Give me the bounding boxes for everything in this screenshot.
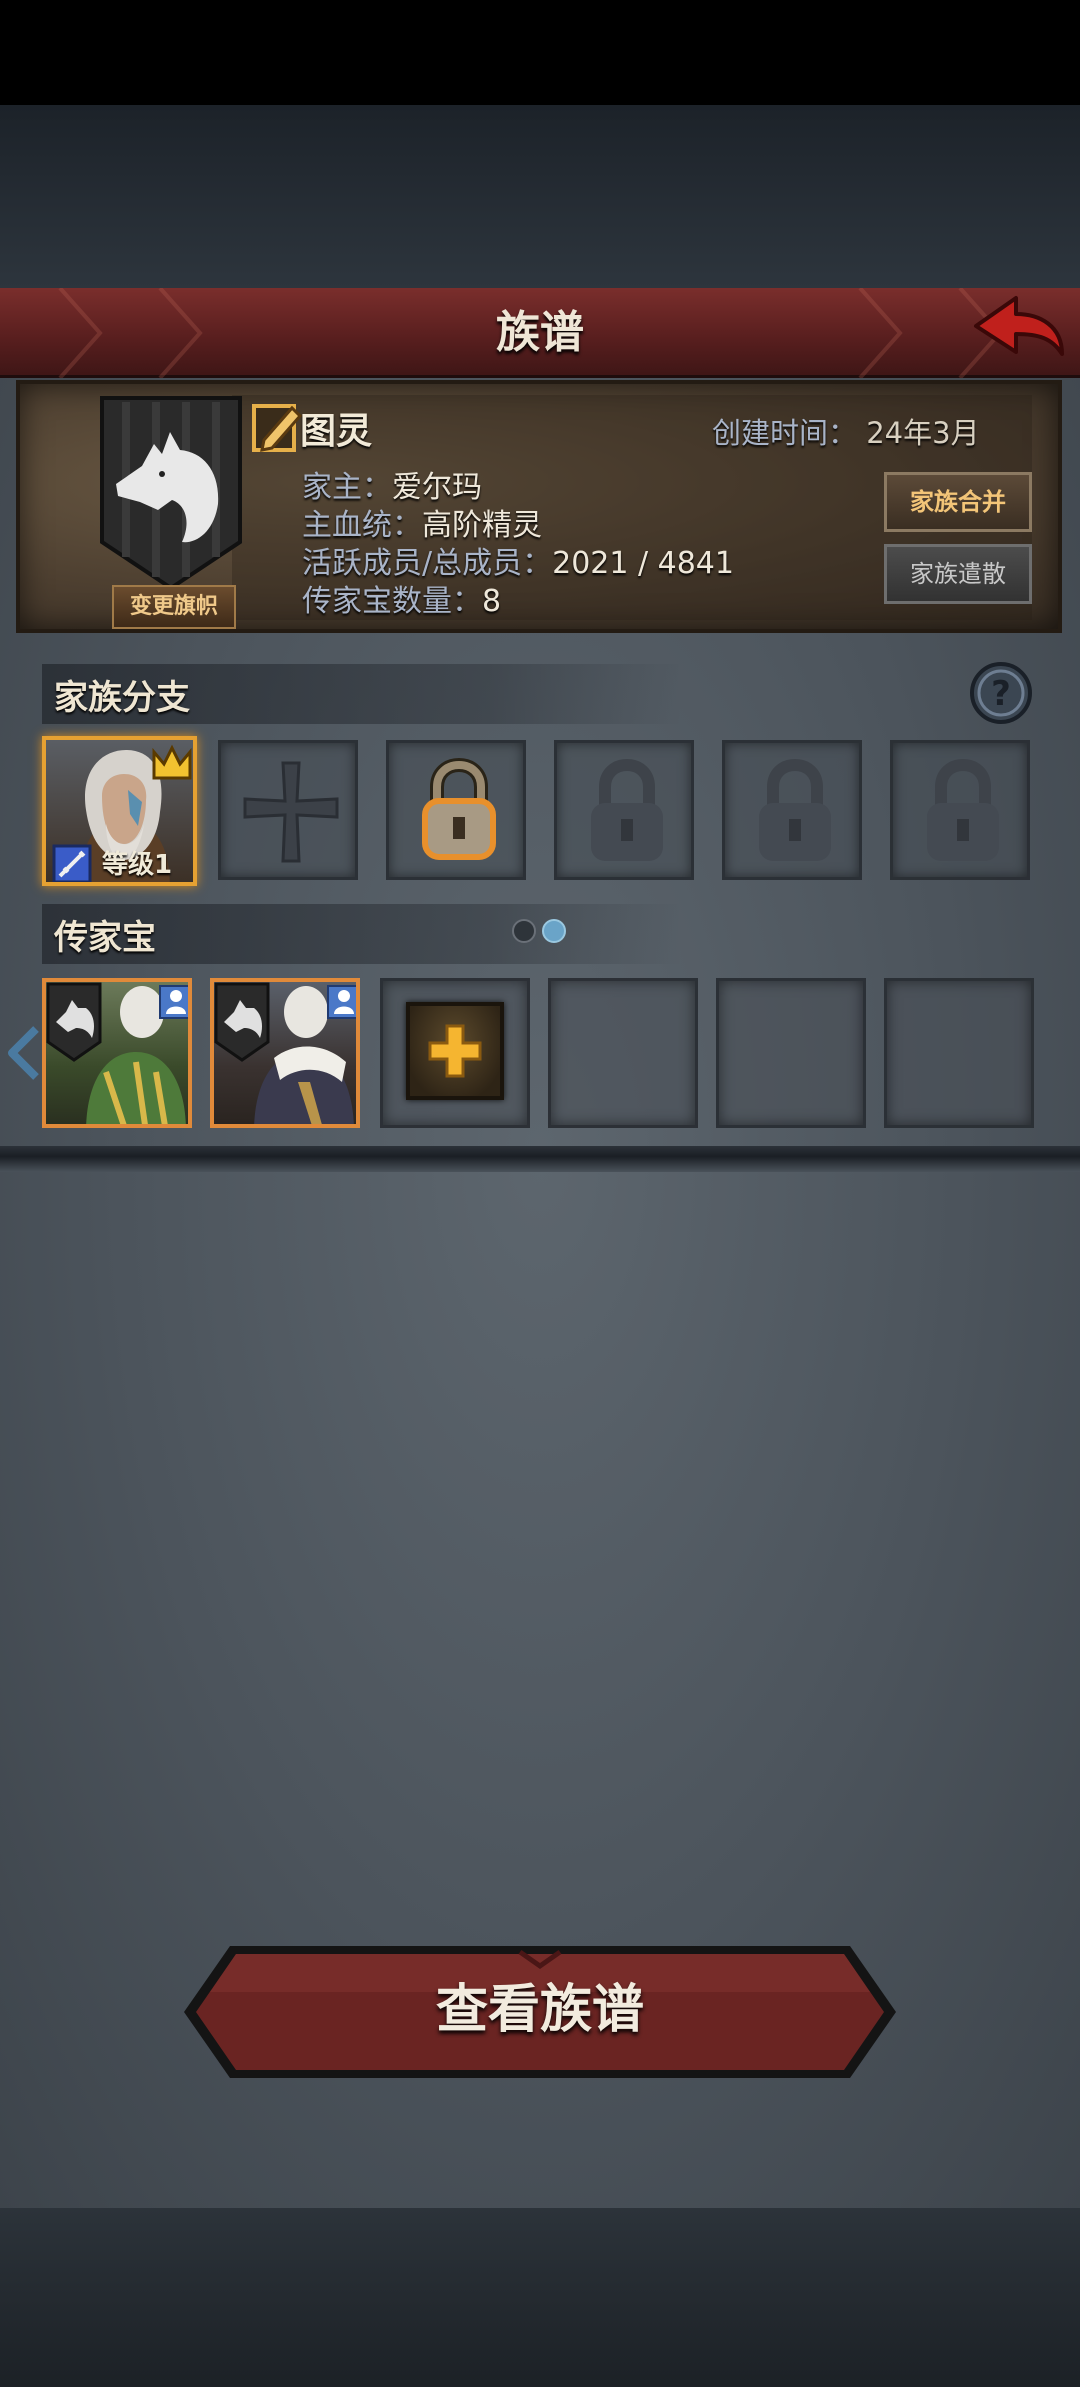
section-divider	[0, 1146, 1080, 1172]
add-heirloom-button[interactable]	[406, 1002, 504, 1100]
page-title: 族谱	[496, 307, 584, 358]
plus-icon	[428, 1024, 482, 1078]
heirloom-slot-empty[interactable]	[548, 978, 698, 1128]
family-merge-button[interactable]: 家族合并	[884, 472, 1032, 532]
crown-icon	[152, 744, 192, 780]
created-value: 24年3月	[866, 416, 980, 450]
back-arrow-icon[interactable]	[968, 292, 1068, 372]
branch-slot-locked[interactable]	[554, 740, 694, 880]
heirloom-count-line: 传家宝数量：8	[302, 576, 501, 620]
help-icon[interactable]: ?	[968, 660, 1034, 726]
background-top	[0, 105, 1080, 288]
heirloom-portrait	[46, 982, 188, 1124]
chevron-left-icon[interactable]	[6, 1025, 42, 1081]
created-time: 创建时间： 24年3月	[712, 410, 980, 452]
edit-icon[interactable]	[250, 400, 306, 456]
branch-section-title: 家族分支	[54, 678, 190, 718]
lock-icon	[759, 758, 831, 861]
created-label: 创建时间：	[712, 416, 858, 450]
heirloom-count-label: 传家宝数量：	[302, 584, 482, 619]
branch-slot-hero[interactable]: 等级1	[42, 736, 197, 886]
heirloom-count-value: 8	[482, 584, 502, 619]
view-family-tree-button[interactable]: 查看族谱	[180, 1942, 900, 2082]
branch-slot-empty[interactable]	[218, 740, 358, 880]
family-banner-icon[interactable]	[96, 392, 246, 592]
cross-icon	[243, 761, 339, 863]
hero-level: 等级1	[102, 850, 173, 880]
sword-icon	[52, 844, 92, 882]
heirloom-item-2[interactable]	[210, 978, 360, 1128]
lock-icon	[422, 757, 496, 860]
page-indicator	[512, 919, 566, 943]
heirloom-portrait	[214, 982, 356, 1124]
branch-slot-locked[interactable]	[722, 740, 862, 880]
heirloom-item-1[interactable]	[42, 978, 192, 1128]
heirloom-slot-empty[interactable]	[884, 978, 1034, 1128]
svg-text:?: ?	[991, 674, 1011, 714]
branch-slot-locked[interactable]	[890, 740, 1030, 880]
branch-slot-locked-active[interactable]	[386, 740, 526, 880]
family-name: 图灵	[300, 411, 373, 452]
lock-icon	[927, 758, 999, 861]
lock-icon	[591, 758, 663, 861]
heirloom-slot-empty[interactable]	[716, 978, 866, 1128]
change-banner-button[interactable]: 变更旗帜	[112, 585, 236, 629]
background-bottom	[0, 2208, 1080, 2387]
heirloom-section-title: 传家宝	[54, 918, 156, 958]
family-disband-button[interactable]: 家族遣散	[884, 544, 1032, 604]
status-bar-area	[0, 0, 1080, 105]
members-value: 2021 / 4841	[552, 546, 734, 581]
title-bar: 族谱	[0, 288, 1080, 378]
